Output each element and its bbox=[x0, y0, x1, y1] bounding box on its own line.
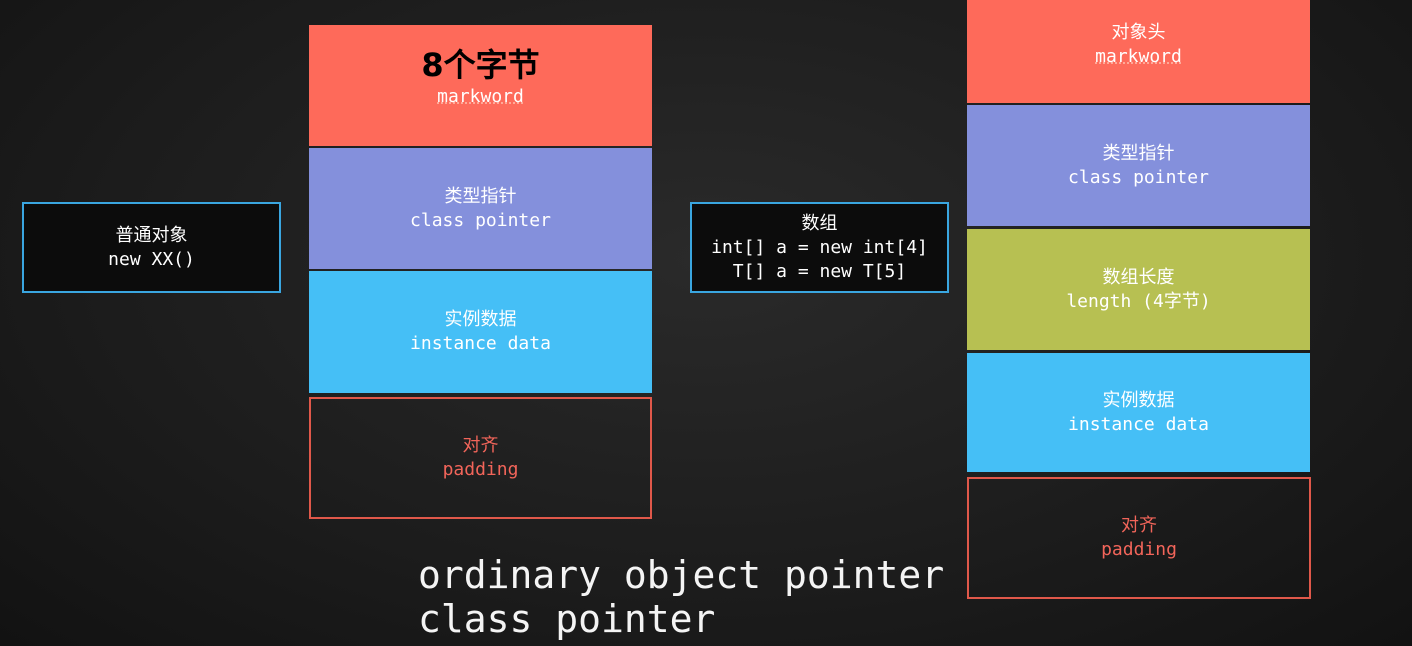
array-instance-data-block: 实例数据 instance data bbox=[967, 353, 1310, 472]
array-title: 数组 bbox=[801, 212, 838, 234]
padding-zh: 对齐 bbox=[462, 435, 499, 456]
array-code-generic: T[] a = new T[5] bbox=[732, 260, 907, 282]
array-code-int: int[] a = new int[4] bbox=[711, 236, 928, 258]
array-class-pointer-en: class pointer bbox=[1068, 166, 1209, 188]
ordinary-markword-block: 8个字节 markword bbox=[309, 25, 652, 146]
ordinary-object-source-box: 普通对象 new XX() bbox=[22, 202, 281, 293]
caption: ordinary object pointer class pointer bbox=[418, 553, 944, 641]
array-markword-en: markword bbox=[1095, 45, 1182, 67]
ordinary-object-code: new XX() bbox=[108, 248, 195, 270]
padding-en: padding bbox=[442, 459, 519, 480]
ordinary-object-title: 普通对象 bbox=[115, 224, 188, 246]
array-markword-block: 对象头 markword bbox=[967, 0, 1310, 103]
array-class-pointer-block: 类型指针 class pointer bbox=[967, 105, 1310, 226]
class-pointer-zh: 类型指针 bbox=[444, 185, 517, 207]
caption-line-1: ordinary object pointer bbox=[418, 553, 945, 597]
array-length-zh: 数组长度 bbox=[1102, 266, 1175, 288]
object-header-zh: 对象头 bbox=[1111, 21, 1166, 43]
instance-data-en: instance data bbox=[410, 333, 551, 354]
markword-size-label: 8个字节 bbox=[421, 46, 540, 84]
array-padding-block: 对齐 padding bbox=[967, 477, 1311, 599]
array-padding-zh: 对齐 bbox=[1121, 515, 1157, 536]
array-instance-data-en: instance data bbox=[1068, 413, 1209, 435]
markword-label: markword bbox=[437, 86, 524, 107]
array-class-pointer-zh: 类型指针 bbox=[1102, 142, 1175, 164]
caption-line-2: class pointer bbox=[418, 597, 716, 641]
array-padding-en: padding bbox=[1101, 539, 1177, 560]
ordinary-padding-block: 对齐 padding bbox=[309, 397, 652, 519]
array-source-box: 数组 int[] a = new int[4] T[] a = new T[5] bbox=[690, 202, 949, 293]
array-length-block: 数组长度 length (4字节) bbox=[967, 229, 1310, 350]
array-length-en: length (4字节) bbox=[1066, 290, 1211, 312]
class-pointer-en: class pointer bbox=[410, 209, 551, 231]
ordinary-instance-data-block: 实例数据 instance data bbox=[309, 271, 652, 393]
ordinary-class-pointer-block: 类型指针 class pointer bbox=[309, 148, 652, 269]
instance-data-zh: 实例数据 bbox=[444, 309, 517, 330]
array-instance-data-zh: 实例数据 bbox=[1102, 389, 1175, 411]
